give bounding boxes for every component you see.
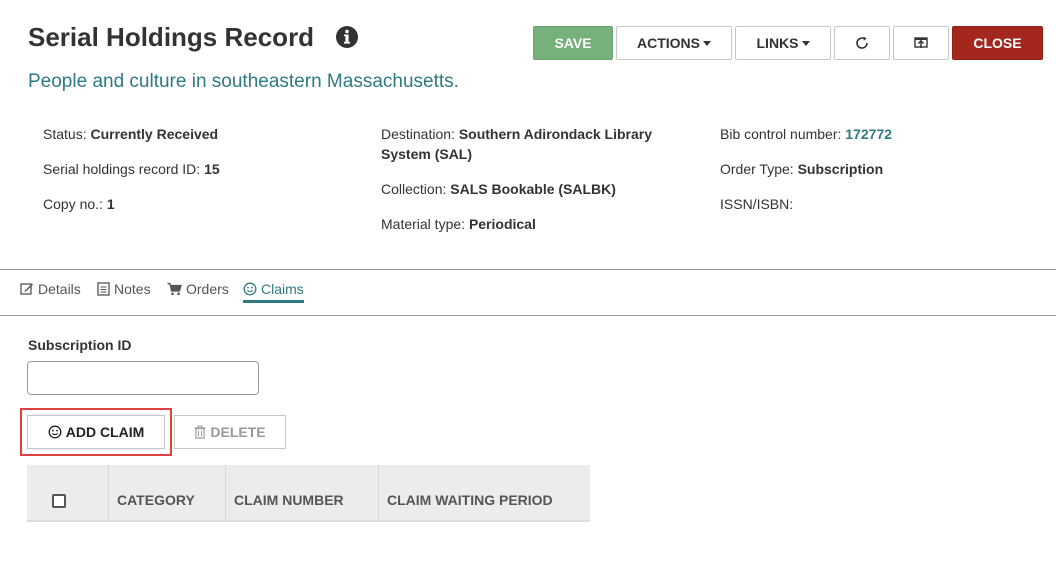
column-separator [225, 465, 226, 520]
tab-details[interactable]: Details [20, 281, 81, 297]
order-type-value: Subscription [797, 161, 884, 177]
edit-icon [20, 283, 33, 295]
links-button[interactable]: LINKS [735, 26, 831, 60]
subscription-id-input[interactable] [27, 361, 259, 395]
bib-control-field: Bib control number: 172772 [720, 126, 893, 142]
divider-bottom [0, 315, 1056, 316]
destination-value-line1: Southern Adirondack Library [458, 126, 653, 142]
order-type-field: Order Type: Subscription [720, 161, 884, 177]
refresh-icon [856, 36, 868, 49]
tab-orders[interactable]: Orders [167, 281, 229, 297]
column-header-claim-waiting-period[interactable]: CLAIM WAITING PERIOD [387, 465, 553, 520]
column-separator [378, 465, 379, 520]
destination-value-line2: System (SAL) [381, 146, 473, 162]
material-type-value: Periodical [468, 216, 536, 232]
status-field: Status: Currently Received [43, 126, 219, 142]
column-header-category[interactable]: CATEGORY [117, 465, 195, 520]
issn-field: ISSN/ISBN: [720, 196, 794, 212]
copy-value: 1 [106, 196, 115, 212]
smiley-icon [48, 425, 62, 439]
save-button[interactable]: SAVE [533, 26, 613, 60]
actions-button[interactable]: ACTIONS [616, 26, 732, 60]
trash-icon [194, 425, 206, 439]
delete-button[interactable]: DELETE [174, 415, 286, 449]
subscription-id-label: Subscription ID [28, 337, 132, 353]
record-id-field: Serial holdings record ID: 15 [43, 161, 220, 177]
caret-down-icon [703, 41, 711, 46]
destination-field: Destination: Southern Adirondack Library… [381, 126, 653, 162]
caret-down-icon [801, 41, 810, 46]
divider-top [0, 269, 1056, 270]
export-icon [914, 37, 928, 48]
column-header-claim-number[interactable]: CLAIM NUMBER [234, 465, 344, 520]
copy-field: Copy no.: 1 [43, 196, 115, 212]
add-claim-button[interactable]: ADD CLAIM [27, 415, 165, 449]
column-separator [108, 465, 109, 520]
record-id-value: 15 [204, 161, 220, 177]
tab-notes[interactable]: Notes [97, 281, 151, 297]
links-label: LINKS [756, 35, 799, 51]
close-button[interactable]: CLOSE [952, 26, 1043, 60]
info-icon[interactable] [335, 25, 359, 49]
smiley-icon [243, 282, 257, 296]
actions-label: ACTIONS [637, 35, 700, 51]
export-button[interactable] [893, 26, 949, 60]
select-all-checkbox[interactable] [52, 494, 66, 508]
claims-table: CATEGORY CLAIM NUMBER CLAIM WAITING PERI… [27, 465, 590, 522]
collection-value: SALS Bookable (SALBK) [450, 181, 616, 197]
record-subtitle: People and culture in southeastern Massa… [28, 71, 459, 92]
page-title: Serial Holdings Record [28, 22, 315, 52]
collection-field: Collection: SALS Bookable (SALBK) [381, 181, 616, 197]
material-type-field: Material type: Periodical [381, 216, 536, 232]
status-value: Currently Received [90, 126, 219, 142]
tab-claims[interactable]: Claims [243, 281, 304, 303]
bib-control-link[interactable]: 172772 [845, 126, 892, 142]
cart-icon [167, 282, 182, 296]
refresh-button[interactable] [834, 26, 890, 60]
document-icon [97, 282, 110, 296]
